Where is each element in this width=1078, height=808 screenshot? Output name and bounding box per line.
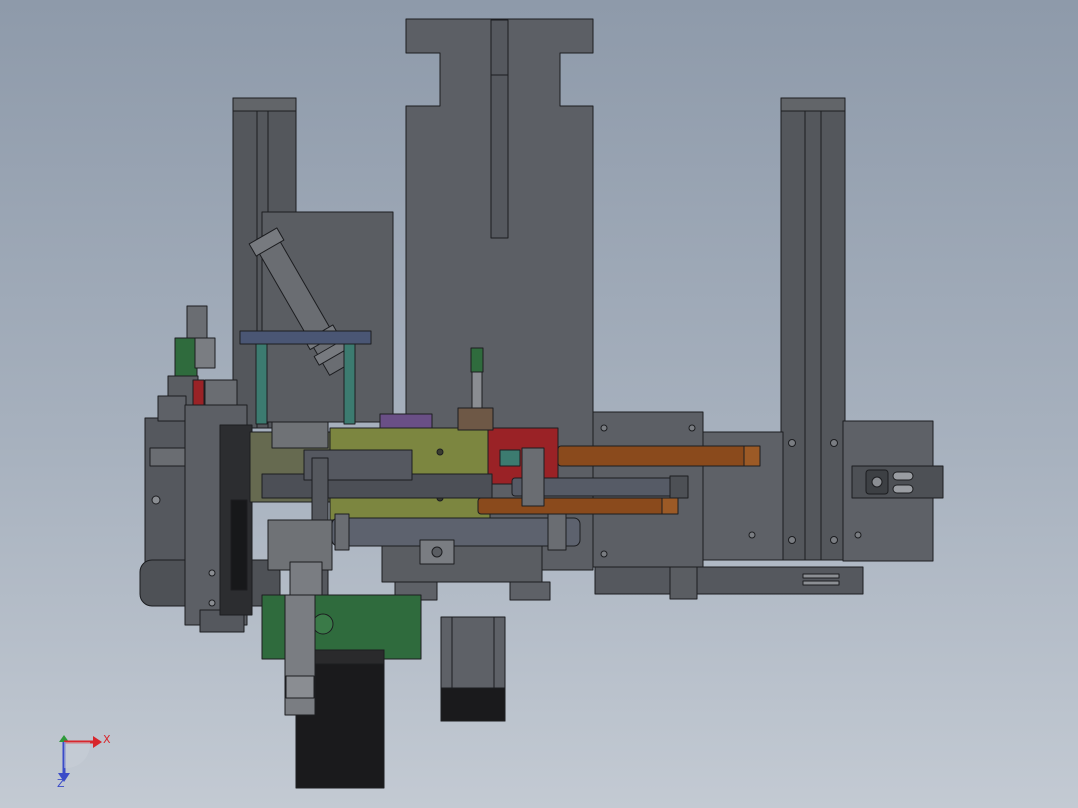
lower-pad-block: [381, 545, 543, 583]
axis-triad: X Z: [50, 728, 120, 798]
top-plate-slot: [490, 19, 509, 239]
steel-cylinder-main: [331, 517, 581, 547]
left-side-bracket: [144, 417, 188, 571]
machine-assembly-model[interactable]: [0, 0, 1078, 808]
x-axis-label: X: [103, 733, 111, 746]
triad-shading: [64, 742, 91, 769]
copper-rod-upper: [557, 445, 749, 467]
z-axis-label: Z: [57, 777, 65, 790]
copper-rod-lower: [477, 497, 671, 515]
blue-frame-top: [239, 330, 372, 345]
cad-viewport[interactable]: X Z: [0, 0, 1078, 808]
right-vertical-rail: [780, 97, 846, 561]
x-axis-arrowhead: [93, 736, 102, 748]
